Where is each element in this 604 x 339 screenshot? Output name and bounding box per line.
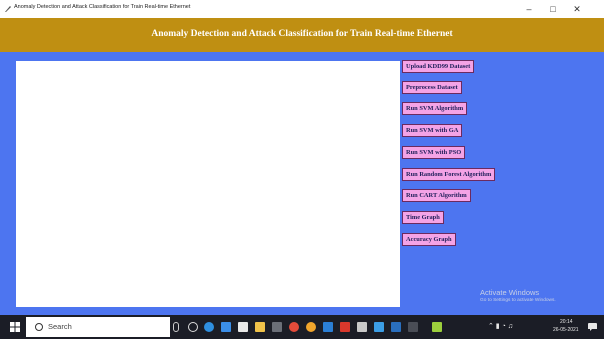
chrome-icon[interactable] (289, 322, 299, 332)
watermark-title: Activate Windows (480, 288, 540, 297)
app-icon[interactable] (408, 322, 418, 332)
app-icon[interactable] (323, 322, 333, 332)
maximize-button[interactable]: □ (544, 2, 562, 16)
store-icon[interactable] (238, 322, 248, 332)
app-header: Anomaly Detection and Attack Classificat… (0, 18, 604, 52)
mail-icon[interactable] (221, 322, 231, 332)
app-icon[interactable] (391, 322, 401, 332)
search-label: Search (48, 322, 72, 331)
upload-kdd99-dataset-button[interactable]: Upload KDD99 Dataset (402, 60, 475, 73)
taskbar-search-box[interactable]: Search (26, 317, 170, 337)
edge-icon[interactable] (204, 322, 214, 332)
app-icon[interactable] (357, 322, 367, 332)
tray-time[interactable]: 20:14 (560, 319, 573, 325)
feather-app-icon (5, 6, 11, 12)
run-svm-with-pso-button[interactable]: Run SVM with PSO (402, 146, 466, 159)
page-title: Anomaly Detection and Attack Classificat… (151, 29, 453, 39)
run-random-forest-algorithm-button[interactable]: Run Random Forest Algorithm (402, 168, 496, 181)
microphone-icon[interactable] (173, 322, 179, 332)
main-panel: Upload KDD99 Dataset Preprocess Dataset … (0, 52, 604, 315)
window-title-bar: Anomaly Detection and Attack Classificat… (0, 0, 604, 18)
window-title: Anomaly Detection and Attack Classificat… (14, 4, 191, 10)
activate-windows-watermark: Activate Windows Go to Settings to activ… (480, 288, 556, 303)
file-explorer-icon[interactable] (255, 322, 265, 332)
tray-icons[interactable]: ⌃ ▮ ◔ ♫ (488, 322, 513, 330)
output-text-area[interactable] (16, 61, 400, 307)
watermark-subtitle: Go to Settings to activate Windows. (480, 298, 556, 303)
task-view-icon[interactable] (188, 322, 198, 332)
app-icon[interactable] (432, 322, 442, 332)
windows-start-icon[interactable] (10, 322, 20, 332)
minimize-button[interactable]: – (520, 2, 538, 16)
taskbar: Search ⌃ ▮ ◔ ♫ 20:14 26-05-2021 (0, 315, 604, 339)
run-cart-algorithm-button[interactable]: Run CART Algorithm (402, 189, 471, 202)
accuracy-graph-button[interactable]: Accuracy Graph (402, 233, 456, 246)
app-icon[interactable] (340, 322, 350, 332)
run-svm-with-ga-button[interactable]: Run SVM with GA (402, 124, 463, 137)
notification-icon[interactable] (588, 323, 597, 331)
time-graph-button[interactable]: Time Graph (402, 211, 444, 224)
app-icon[interactable] (306, 322, 316, 332)
tray-date[interactable]: 26-05-2021 (553, 327, 579, 333)
search-icon (35, 323, 43, 331)
app-icon[interactable] (272, 322, 282, 332)
preprocess-dataset-button[interactable]: Preprocess Dataset (402, 81, 462, 94)
close-button[interactable]: ✕ (568, 2, 586, 16)
run-svm-algorithm-button[interactable]: Run SVM Algorithm (402, 102, 468, 115)
app-icon[interactable] (374, 322, 384, 332)
